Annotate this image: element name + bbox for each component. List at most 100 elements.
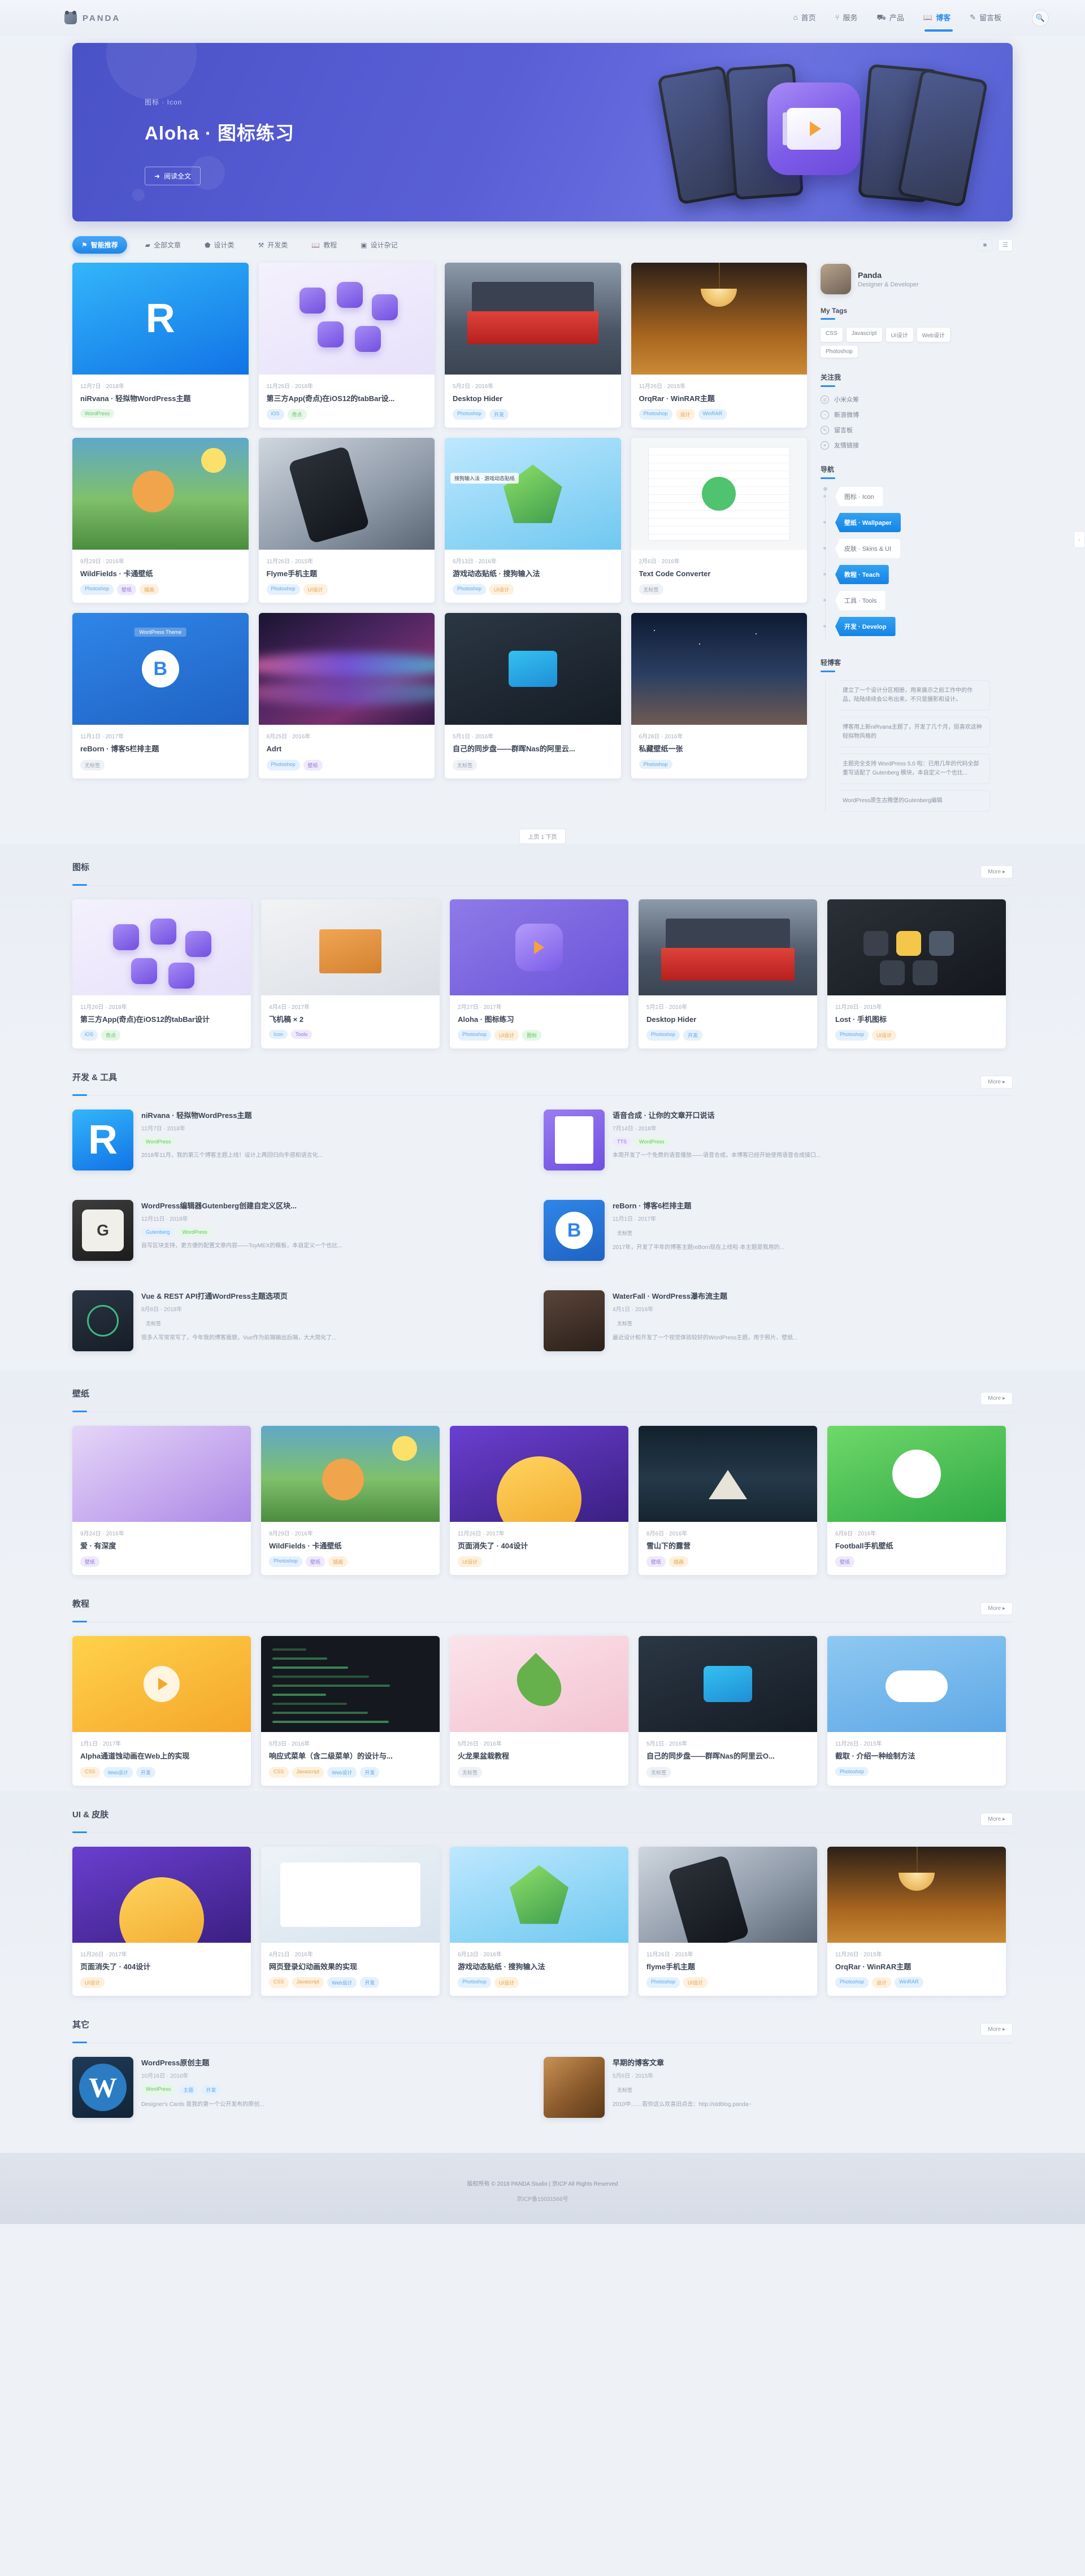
article-card[interactable]: 8月6日 · 2016年雪山下的露营壁纸插画 (639, 1426, 817, 1575)
tag[interactable]: 开发 (489, 409, 509, 420)
nav-item-2[interactable]: ⛟产品 (877, 12, 904, 25)
tag[interactable]: Web设计 (327, 1767, 357, 1778)
tag[interactable]: Photoshop (639, 760, 672, 769)
article-card[interactable]: 5月1日 · 2016年自己的同步盘——群晖Nas的阿里云O...无标签 (639, 1636, 817, 1785)
article-card[interactable]: 11月26日 · 2015年OrqRar · WinRAR主题Photoshop… (827, 1847, 1006, 1996)
pagination-button[interactable]: 上页 1 下页 (519, 829, 565, 844)
tag[interactable]: 壁纸 (303, 760, 323, 771)
hero-banner[interactable]: 图标 · Icon Aloha · 图标练习 ➜ 阅读全文 (72, 43, 1013, 221)
tag[interactable]: WordPress (141, 1137, 175, 1146)
article-card[interactable]: 8月25日 · 2016年AdrtPhotoshop壁纸 (259, 613, 435, 778)
tag[interactable]: Photoshop (453, 409, 486, 420)
tag[interactable]: 奇点 (288, 409, 307, 420)
tag[interactable]: 无标签 (453, 760, 477, 771)
article-list-item[interactable]: Vue & REST API打通WordPress主题选项页8月8日 · 201… (72, 1290, 528, 1351)
article-card[interactable]: WordPress ThemeB11月1日 · 2017年reBorn · 博客… (72, 613, 249, 778)
tag[interactable]: WordPress (635, 1137, 669, 1146)
sidebar-tag-chip[interactable]: CSS (821, 328, 843, 342)
grid-view-icon[interactable]: ■ (978, 239, 992, 251)
tag[interactable]: 插画 (669, 1556, 688, 1567)
tag[interactable]: 插画 (328, 1556, 348, 1567)
tag[interactable]: UI设计 (494, 1030, 519, 1041)
tag[interactable]: UI设计 (489, 584, 514, 595)
article-list-item[interactable]: 语音合成 · 让你的文章开口说话7月14日 · 2018年TTSWordPres… (544, 1109, 999, 1170)
article-list-item[interactable]: WWordPress原创主题10月16日 · 2016年WordPress主题开… (72, 2057, 528, 2118)
tag[interactable]: Photoshop (835, 1977, 869, 1988)
tag[interactable]: 设计 (676, 409, 695, 420)
article-card[interactable]: 11月26日 · 2015年Lost · 手机图标PhotoshopUI设计 (827, 899, 1006, 1048)
tag[interactable]: WinRAR (895, 1977, 923, 1988)
sidebar-tag-chip[interactable]: Web设计 (917, 328, 950, 342)
filter-tab-2[interactable]: ⬟设计类 (199, 236, 240, 254)
article-card[interactable]: 5月2日 · 2016年Desktop HiderPhotoshop开发 (445, 263, 621, 428)
article-card[interactable]: 搜狗输入法 · 游戏动态贴纸6月13日 · 2016年游戏动态贴纸 · 搜狗输入… (445, 438, 621, 603)
tag[interactable]: UI设计 (80, 1977, 105, 1988)
mini-post[interactable]: WordPress原生古腾堡的Gutenberg编辑 (835, 790, 990, 812)
follow-item[interactable]: ◔新浪微博 (821, 410, 990, 419)
section-more-button[interactable]: More ▸ (980, 1602, 1013, 1615)
tag[interactable]: Photoshop (80, 584, 114, 595)
article-card[interactable]: 11月26日 · 2015年截取 · 介绍一种绘制方法Photoshop (827, 1636, 1006, 1785)
tag[interactable]: 无标签 (141, 1318, 166, 1329)
tag[interactable]: CSS (269, 1767, 289, 1778)
tag[interactable]: UI设计 (872, 1030, 896, 1041)
tag[interactable]: 开发 (360, 1767, 379, 1778)
tag[interactable]: 壁纸 (306, 1556, 325, 1567)
tag[interactable]: UI设计 (303, 584, 328, 595)
list-view-icon[interactable]: ☰ (998, 239, 1013, 251)
tag[interactable]: 壁纸 (117, 584, 136, 595)
nav-item-4[interactable]: ✎留言板 (970, 12, 1001, 25)
article-card[interactable]: 11月26日 · 2015年OrqRar · WinRAR主题Photoshop… (631, 263, 808, 428)
tag[interactable]: 设计 (872, 1977, 891, 1988)
tag[interactable]: UI设计 (458, 1556, 482, 1567)
section-more-button[interactable]: More ▸ (980, 2023, 1013, 2036)
tag[interactable]: CSS (269, 1977, 289, 1988)
sidebar-tag-chip[interactable]: UI设计 (886, 328, 913, 342)
article-card[interactable]: 11月26日 · 2018年第三方App(奇点)在iOS12的tabBar设..… (259, 263, 435, 428)
tag[interactable]: Icon (269, 1030, 288, 1039)
tag[interactable]: Photoshop (458, 1977, 491, 1988)
sidebar-tag-chip[interactable]: Javascript (847, 328, 882, 342)
article-card[interactable]: 9月24日 · 2016年爱 · 有深度壁纸 (72, 1426, 251, 1575)
tag[interactable]: 图标 (522, 1030, 541, 1041)
article-card[interactable]: 5月26日 · 2016年火龙果盆栽教程无标签 (450, 1636, 628, 1785)
tag[interactable]: 无标签 (639, 584, 663, 595)
article-card[interactable]: R12月7日 · 2018年niRvana · 轻拟物WordPress主题Wo… (72, 263, 249, 428)
nav-item-3[interactable]: 📖博客 (923, 12, 951, 25)
tag[interactable]: Photoshop (267, 584, 300, 595)
section-more-button[interactable]: More ▸ (980, 865, 1013, 878)
tag[interactable]: 壁纸 (835, 1556, 854, 1567)
tag[interactable]: WordPress (80, 409, 114, 418)
article-card[interactable]: 5月2日 · 2016年Desktop HiderPhotoshop开发 (639, 899, 817, 1048)
hero-read-button[interactable]: ➜ 阅读全文 (145, 167, 201, 185)
tag[interactable]: Javascript (292, 1767, 324, 1778)
tag[interactable]: UI设计 (683, 1977, 708, 1988)
mini-post[interactable]: 博客用上新niRvana主题了，开发了几个月，挺喜欢这种轻拟物风格的 (835, 717, 990, 747)
tag[interactable]: Photoshop (835, 1030, 869, 1041)
filter-tab-0[interactable]: ⚑智能推荐 (72, 236, 127, 254)
tag[interactable]: Photoshop (458, 1030, 491, 1041)
sidebar-nav-pill[interactable]: 教程 · Teach (835, 565, 889, 584)
article-card[interactable]: 5月3日 · 2016年响应式菜单（含二级菜单）的设计与...CSSJavasc… (261, 1636, 440, 1785)
filter-tab-3[interactable]: ⚒开发类 (252, 236, 293, 254)
article-list-item[interactable]: BreBorn · 博客6栏排主题11月1日 · 2017年无标签2017年，开… (544, 1200, 999, 1261)
tag[interactable]: Photoshop (835, 1767, 869, 1776)
article-card[interactable]: 4月21日 · 2016年网页登录幻动画效果的实现CSSJavascriptWe… (261, 1847, 440, 1996)
tag[interactable]: 壁纸 (80, 1556, 99, 1567)
section-more-button[interactable]: More ▸ (980, 1392, 1013, 1405)
filter-tab-5[interactable]: ▣设计杂记 (355, 236, 403, 254)
section-more-button[interactable]: More ▸ (980, 1813, 1013, 1826)
tag[interactable]: 开发 (201, 2085, 220, 2095)
tag[interactable]: Tools (291, 1030, 312, 1039)
article-card[interactable]: 6月28日 · 2016年私藏壁纸一张Photoshop (631, 613, 808, 778)
article-card[interactable]: 5月1日 · 2016年自己的同步盘——群晖Nas的阿里云...无标签 (445, 613, 621, 778)
tag[interactable]: iOS (80, 1030, 98, 1041)
article-list-item[interactable]: WaterFall · WordPress瀑布流主题4月1日 · 2016年无标… (544, 1290, 999, 1351)
follow-item[interactable]: ◎小米众筹 (821, 395, 990, 404)
article-card[interactable]: 1月1日 · 2017年Alpha通道蚀动画在Web上的实现CSSWeb设计开发 (72, 1636, 251, 1785)
article-card[interactable]: 11月26日 · 2018年第三方App(奇点)在iOS12的tabBar设计i… (72, 899, 251, 1048)
tag[interactable]: 无标签 (613, 1318, 637, 1329)
side-collapse-handle[interactable]: ‹ (1074, 531, 1085, 548)
tag[interactable]: Photoshop (646, 1030, 680, 1041)
tag[interactable]: Photoshop (453, 584, 486, 595)
